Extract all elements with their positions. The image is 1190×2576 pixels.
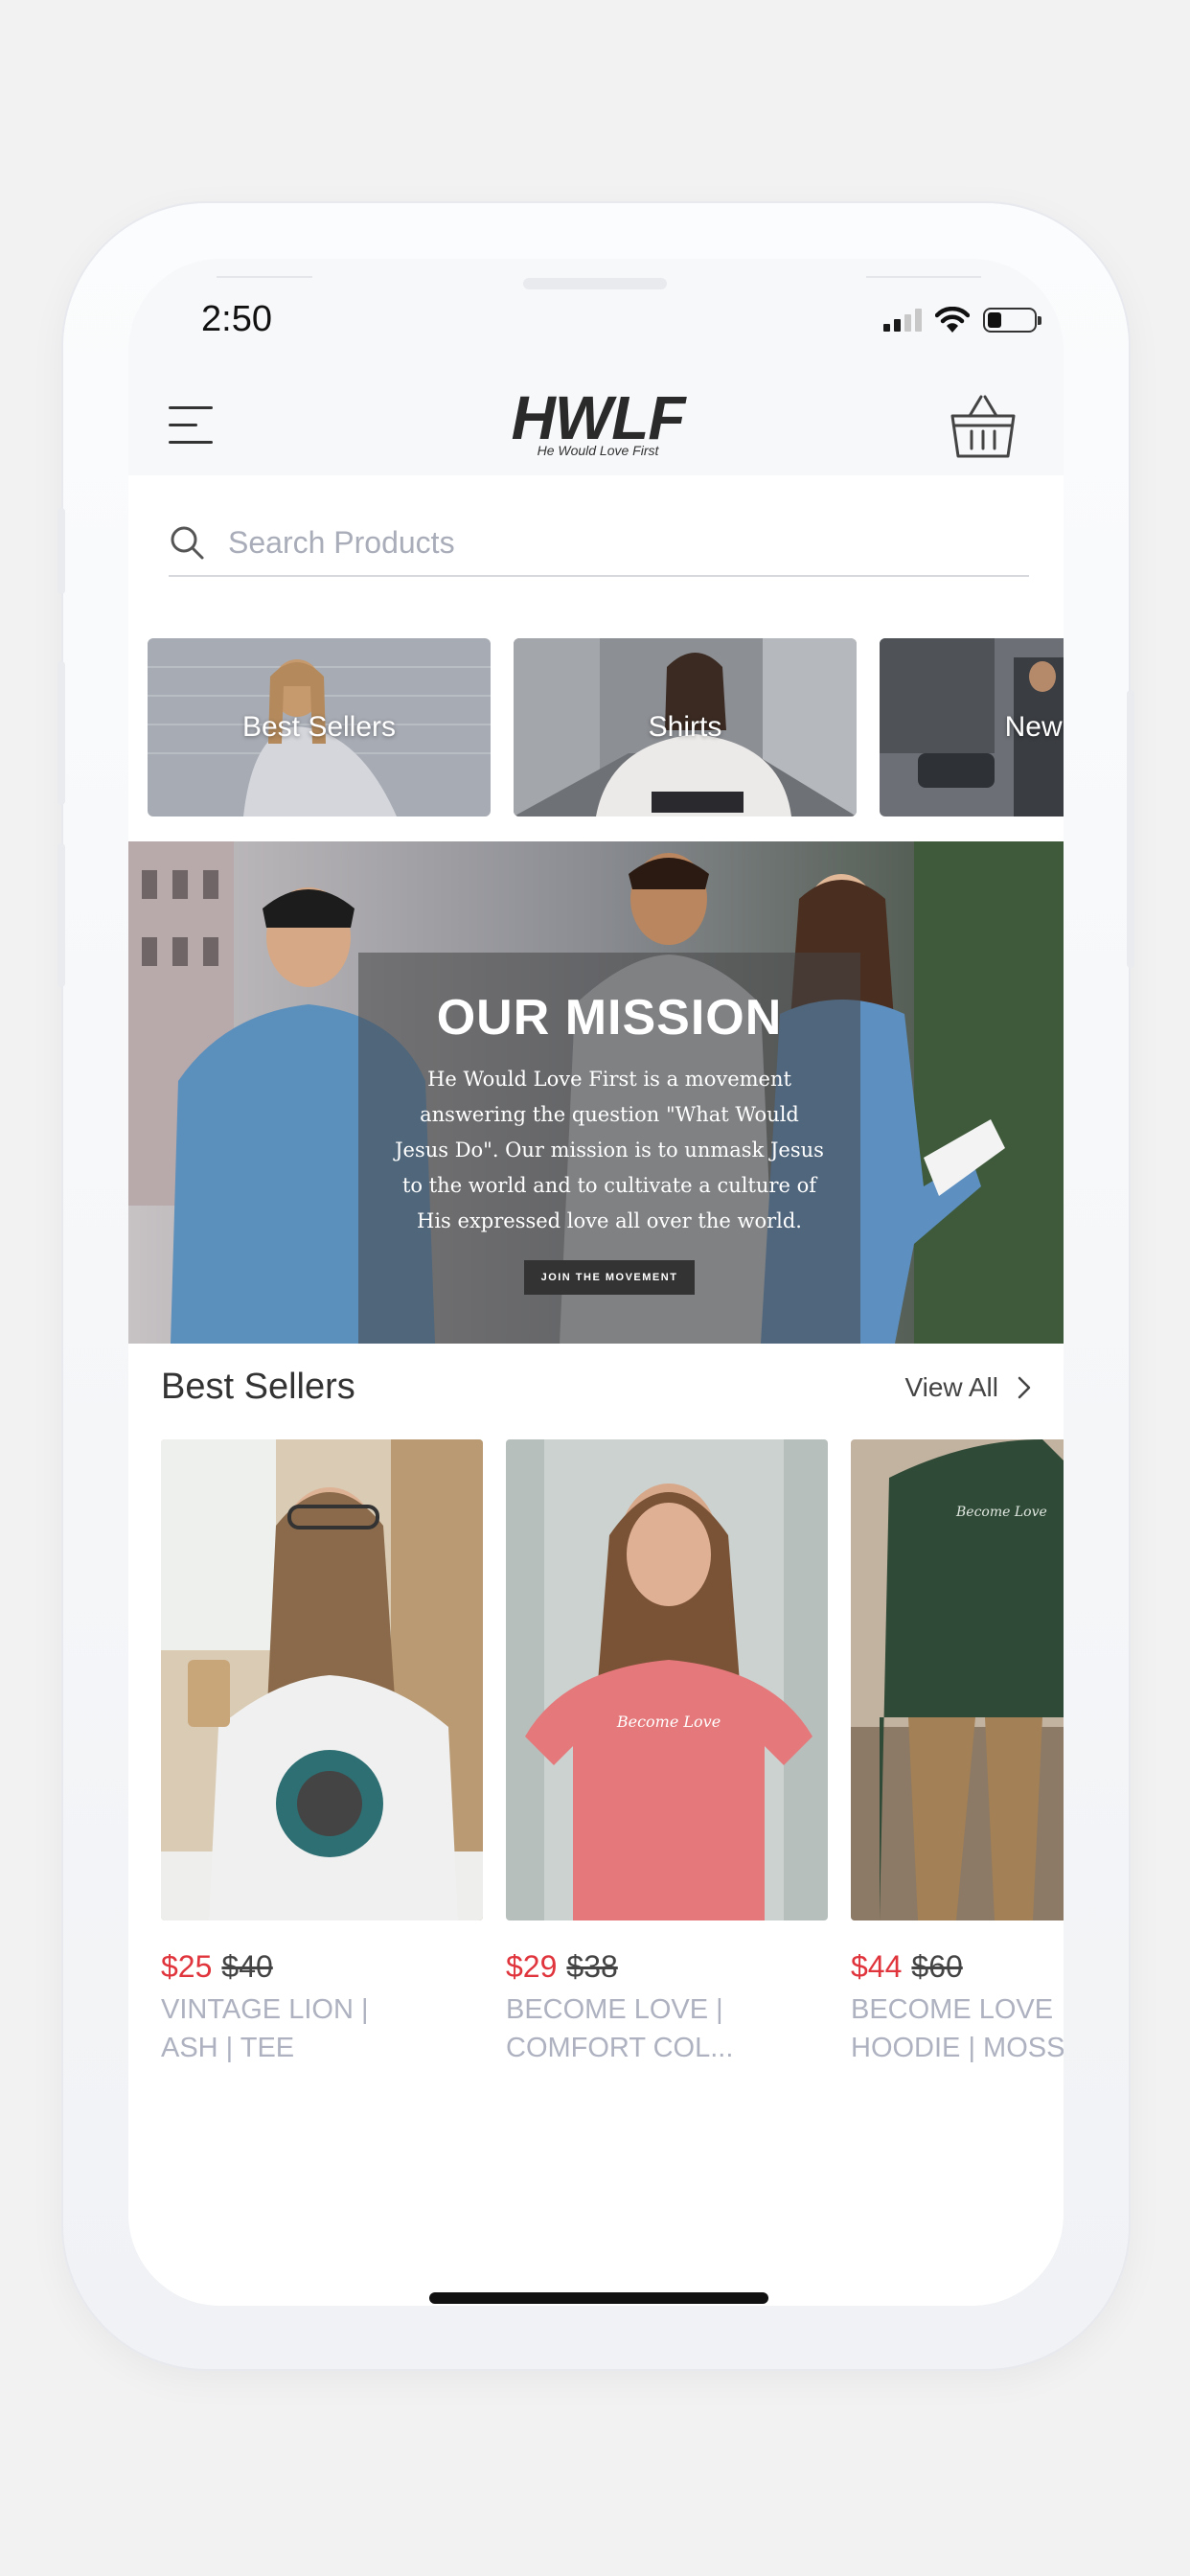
product-price: $25 [161,1949,213,1984]
product-original-price: $38 [566,1949,618,1984]
category-new-arrivals[interactable]: New Ar [880,638,1064,816]
category-shirts[interactable]: Shirts [514,638,857,816]
search-placeholder: Search Products [228,524,455,560]
product-card[interactable]: Become Love $29 $38 BECOME LOVE | COMFORT… [506,1439,828,2067]
mission-overlay: OUR MISSION He Would Love First is a mov… [358,953,860,1344]
join-movement-button[interactable]: JOIN THE MOVEMENT [523,1260,696,1295]
status-time: 2:50 [201,299,272,339]
mission-text: He Would Love First is a movement answer… [395,1068,824,1232]
side-button [57,508,65,594]
svg-text:Become Love: Become Love [955,1505,1047,1520]
product-name: BECOME LOVE HOODIE | MOSS [851,1994,1064,2063]
mission-title: OUR MISSION [436,990,783,1046]
category-label: Shirts [648,711,722,743]
logo-main: HWLF [511,383,686,452]
product-image [161,1439,483,1920]
wifi-icon [935,307,970,333]
product-card[interactable]: Become Love $44 $60 BECOME LOVE HOODIE | … [851,1439,1064,2067]
menu-icon[interactable] [169,404,215,445]
product-card[interactable]: $25 $40 VINTAGE LION | ASH | TEE [161,1439,483,2067]
chevron-right-icon [1018,1376,1031,1398]
section-title: Best Sellers [161,1367,355,1407]
product-carousel[interactable]: $25 $40 VINTAGE LION | ASH | TEE Become L… [161,1439,1064,2091]
mission-banner: OUR MISSION He Would Love First is a mov… [128,841,1064,1344]
side-button [57,843,65,987]
product-prices: $44 $60 [851,1949,1064,1985]
side-button [57,661,65,805]
basket-icon[interactable] [949,393,1018,460]
view-all-link[interactable]: View All [904,1372,1031,1403]
status-icons [883,307,1041,334]
notch-line [217,276,312,278]
search-icon [171,526,204,560]
product-original-price: $40 [221,1949,273,1984]
best-sellers-header: Best Sellers View All [161,1367,1031,1408]
product-name: VINTAGE LION | ASH | TEE [161,1994,369,2063]
notch-line [866,276,981,278]
product-price: $44 [851,1949,903,1984]
product-original-price: $60 [911,1949,963,1984]
svg-text:Become Love: Become Love [616,1713,721,1731]
phone-screen: 2:50 HWLF He Would Love First Search Pro… [128,259,1064,2306]
category-carousel[interactable]: Best Sellers Shirts New [148,638,1064,816]
product-name: BECOME LOVE | COMFORT COL... [506,1994,734,2063]
home-indicator[interactable] [429,2292,768,2304]
category-label: Best Sellers [241,711,397,743]
category-label: New Ar [1004,711,1064,743]
home-content: Search Products Best Sellers Shirts New … [128,475,1064,2306]
brand-logo[interactable]: HWLF He Would Love First [502,387,694,458]
product-image: Become Love [506,1439,828,1920]
product-image: Become Love [851,1439,1064,1920]
signal-icon [883,309,922,332]
side-button [1127,690,1134,968]
product-prices: $25 $40 [161,1949,483,1985]
battery-icon [983,308,1041,333]
speaker [523,278,667,289]
view-all-label: View All [904,1371,998,1402]
search-input[interactable]: Search Products [169,510,1029,577]
product-prices: $29 $38 [506,1949,828,1985]
category-best-sellers[interactable]: Best Sellers [148,638,491,816]
product-price: $29 [506,1949,558,1984]
